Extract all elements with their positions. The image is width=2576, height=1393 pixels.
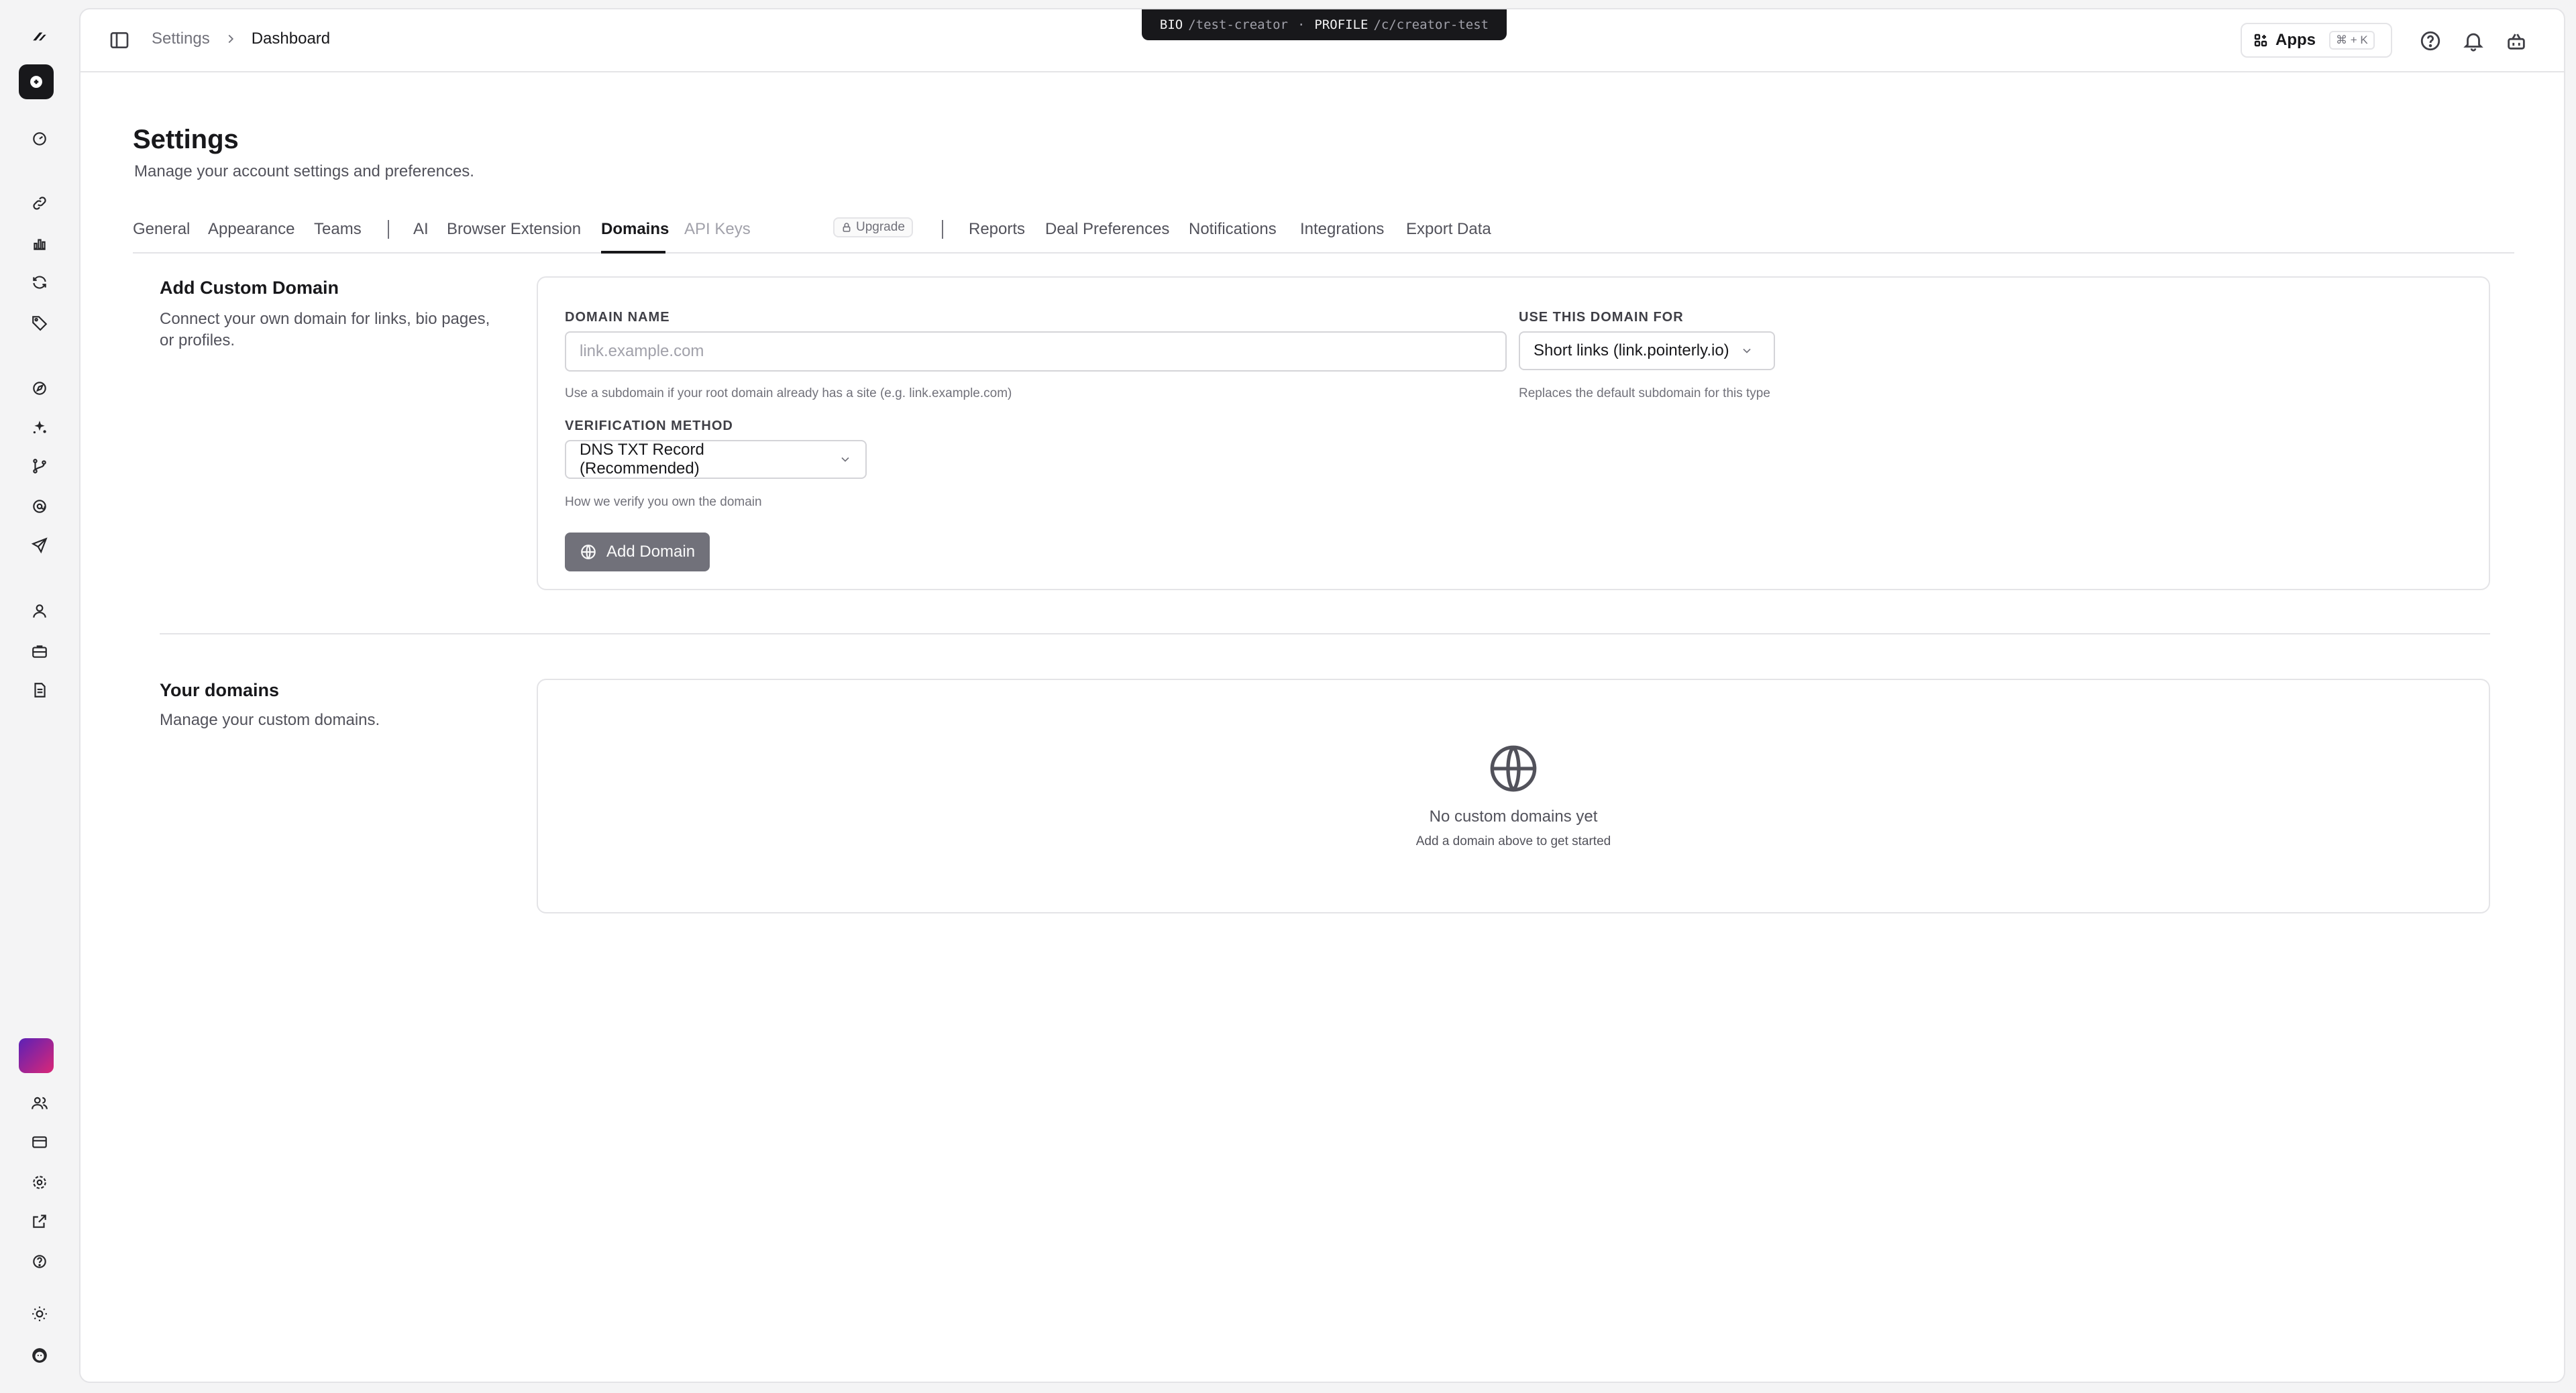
add-domain-label: Add Domain bbox=[606, 543, 696, 561]
empty-state-title: No custom domains yet bbox=[1429, 807, 1598, 826]
use-for-select[interactable]: Short links (link.pointerly.io) bbox=[1519, 331, 1775, 370]
domain-name-label: DOMAIN NAME bbox=[565, 310, 670, 325]
profile-label: PROFILE bbox=[1314, 17, 1368, 32]
left-rail bbox=[0, 0, 79, 1393]
tab-deal-preferences[interactable]: Deal Preferences bbox=[1045, 220, 1169, 239]
basket-icon[interactable] bbox=[2505, 30, 2528, 52]
profile-path[interactable]: /c/creator-test bbox=[1373, 17, 1489, 32]
section-divider bbox=[160, 633, 2490, 634]
help-icon[interactable] bbox=[2419, 30, 2442, 52]
your-domains-desc: Manage your custom domains. bbox=[160, 711, 380, 729]
active-tab-indicator bbox=[601, 251, 665, 254]
domain-name-input[interactable] bbox=[565, 331, 1507, 372]
add-domain-desc-line2: or profiles. bbox=[160, 331, 235, 349]
bio-label: BIO bbox=[1159, 17, 1183, 32]
settings-tabs: General Appearance Teams AI Browser Exte… bbox=[133, 211, 2514, 254]
settings-icon[interactable] bbox=[23, 1166, 56, 1199]
pill-separator: · bbox=[1297, 17, 1305, 32]
add-domain-card: DOMAIN NAME Use a subdomain if your root… bbox=[537, 276, 2490, 590]
tab-teams[interactable]: Teams bbox=[314, 220, 362, 239]
main-panel: Settings Dashboard BIO /test-creator · P… bbox=[79, 8, 2565, 1383]
verification-label: VERIFICATION METHOD bbox=[565, 419, 733, 433]
add-domain-title: Add Custom Domain bbox=[160, 278, 339, 298]
refresh-icon[interactable] bbox=[23, 266, 56, 299]
tab-general[interactable]: General bbox=[133, 220, 190, 239]
apps-grid-icon bbox=[2254, 34, 2267, 47]
top-bar: Settings Dashboard BIO /test-creator · P… bbox=[80, 9, 2564, 72]
your-domains-title: Your domains bbox=[160, 680, 280, 700]
dashboard-icon[interactable] bbox=[23, 122, 56, 156]
environment-pill: BIO /test-creator · PROFILE /c/creator-t… bbox=[1142, 9, 1507, 40]
export-icon[interactable] bbox=[23, 1205, 56, 1238]
link-icon[interactable] bbox=[23, 186, 56, 220]
at-sign-icon[interactable] bbox=[23, 490, 56, 523]
help-icon[interactable] bbox=[23, 1245, 56, 1278]
bio-path[interactable]: /test-creator bbox=[1188, 17, 1288, 32]
chevron-down-icon bbox=[1743, 348, 1751, 353]
send-icon[interactable] bbox=[23, 528, 56, 562]
breadcrumb: Settings Dashboard bbox=[152, 30, 330, 48]
use-for-hint: Replaces the default subdomain for this … bbox=[1519, 386, 1770, 400]
page-subtitle: Manage your account settings and prefere… bbox=[134, 162, 474, 180]
apps-shortcut: ⌘ + K bbox=[2329, 31, 2375, 50]
tab-appearance[interactable]: Appearance bbox=[208, 220, 294, 239]
breadcrumb-current: Dashboard bbox=[251, 30, 331, 48]
globe-icon bbox=[581, 545, 596, 559]
empty-state-subtitle: Add a domain above to get started bbox=[1415, 834, 1611, 848]
card-icon[interactable] bbox=[23, 1125, 56, 1159]
tab-notifications[interactable]: Notifications bbox=[1189, 220, 1277, 239]
add-domain-button[interactable]: Add Domain bbox=[565, 533, 710, 571]
apps-label: Apps bbox=[2275, 31, 2316, 49]
sun-icon[interactable] bbox=[23, 1297, 56, 1331]
tab-integrations[interactable]: Integrations bbox=[1300, 220, 1384, 239]
user-icon[interactable] bbox=[23, 594, 56, 628]
globe-icon bbox=[1487, 742, 1540, 795]
users-icon[interactable] bbox=[23, 1086, 56, 1120]
use-for-value: Short links (link.pointerly.io) bbox=[1534, 341, 1729, 359]
your-domains-card: No custom domains yet Add a domain above… bbox=[537, 679, 2490, 913]
document-icon[interactable] bbox=[23, 673, 56, 707]
sparkle-icon[interactable] bbox=[23, 410, 56, 444]
tab-api-keys[interactable]: API Keys bbox=[684, 220, 751, 239]
tab-reports[interactable]: Reports bbox=[969, 220, 1025, 239]
tab-divider bbox=[942, 220, 943, 239]
add-domain-desc-line1: Connect your own domain for links, bio p… bbox=[160, 310, 490, 328]
sidebar-toggle-icon[interactable] bbox=[109, 30, 130, 51]
chevron-down-icon bbox=[841, 457, 849, 462]
bell-icon[interactable] bbox=[2462, 30, 2485, 52]
lock-icon bbox=[843, 223, 851, 232]
user-avatar[interactable] bbox=[23, 1339, 56, 1372]
branch-icon[interactable] bbox=[23, 449, 56, 483]
tag-icon[interactable] bbox=[23, 306, 56, 339]
tab-domains[interactable]: Domains bbox=[601, 220, 669, 239]
tab-export-data[interactable]: Export Data bbox=[1406, 220, 1491, 239]
tab-ai[interactable]: AI bbox=[413, 220, 429, 239]
briefcase-icon[interactable] bbox=[23, 634, 56, 668]
domain-name-hint: Use a subdomain if your root domain alre… bbox=[565, 386, 1012, 400]
compass-icon[interactable] bbox=[23, 372, 56, 405]
tab-browser-extension[interactable]: Browser Extension bbox=[447, 220, 581, 239]
tab-divider bbox=[388, 220, 389, 239]
new-icon[interactable] bbox=[19, 64, 54, 99]
upgrade-badge[interactable]: Upgrade bbox=[833, 217, 913, 237]
verification-value: DNS TXT Record (Recommended) bbox=[580, 441, 704, 478]
chevron-right-icon bbox=[228, 34, 233, 44]
verification-select[interactable]: DNS TXT Record (Recommended) bbox=[565, 440, 867, 479]
upgrade-label: Upgrade bbox=[856, 220, 905, 234]
use-for-label: USE THIS DOMAIN FOR bbox=[1519, 310, 1684, 325]
breadcrumb-settings[interactable]: Settings bbox=[152, 30, 210, 48]
chart-icon[interactable] bbox=[23, 227, 56, 260]
verification-hint: How we verify you own the domain bbox=[565, 495, 762, 509]
page-title: Settings bbox=[133, 125, 239, 154]
logo-icon[interactable] bbox=[23, 20, 56, 54]
workspace-avatar[interactable] bbox=[19, 1038, 54, 1073]
apps-button[interactable]: Apps ⌘ + K bbox=[2241, 23, 2392, 58]
